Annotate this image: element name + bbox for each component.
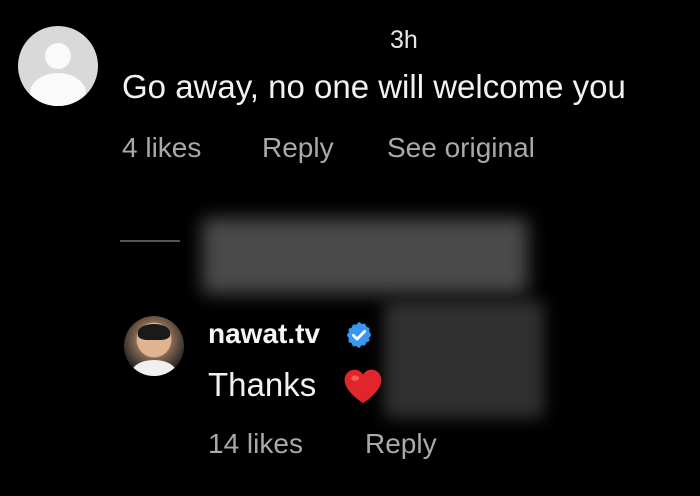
avatar-hair-shape	[138, 324, 170, 340]
comment-likes-count[interactable]: 4 likes	[122, 132, 201, 164]
comment-timestamp: 3h	[390, 26, 418, 54]
default-profile-icon[interactable]	[18, 26, 98, 106]
comment-text: Go away, no one will welcome you	[122, 68, 626, 105]
comment-reply-button[interactable]: Reply	[262, 132, 334, 164]
avatar-head-shape	[45, 43, 71, 69]
redacted-area	[384, 300, 544, 418]
reply-reply-button[interactable]: Reply	[365, 428, 437, 460]
user-avatar[interactable]	[124, 316, 184, 376]
reply-text: Thanks	[208, 366, 317, 403]
reply-username[interactable]: nawat.tv	[208, 318, 320, 350]
replies-divider[interactable]	[120, 240, 180, 242]
see-original-button[interactable]: See original	[387, 132, 535, 164]
avatar-shoulders-shape	[30, 73, 86, 106]
red-heart-icon	[344, 369, 382, 404]
reply-likes-count[interactable]: 14 likes	[208, 428, 303, 460]
redacted-area	[202, 218, 528, 294]
verified-badge-icon	[346, 321, 372, 349]
avatar-shirt-shape	[132, 360, 176, 376]
